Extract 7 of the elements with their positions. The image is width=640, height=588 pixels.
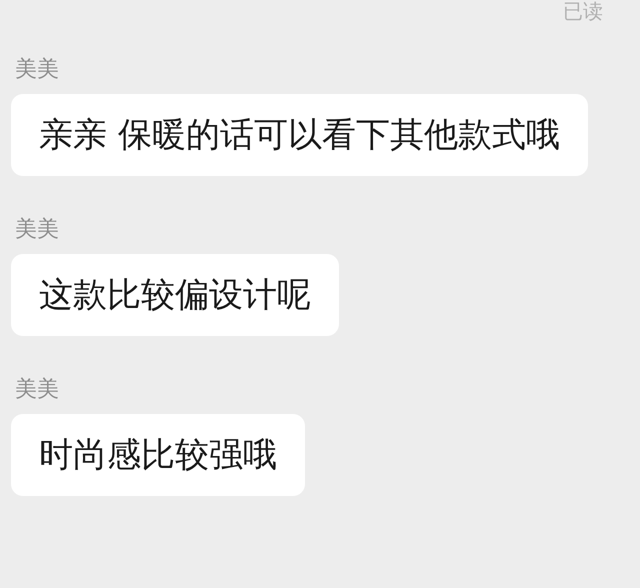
sender-name: 美美 (15, 376, 59, 404)
message-bubble: 时尚感比较强哦 (11, 414, 305, 496)
message-bubble: 这款比较偏设计呢 (11, 254, 339, 336)
sender-name: 美美 (15, 216, 59, 244)
sender-name: 美美 (15, 56, 59, 84)
read-receipt: 已读 (563, 0, 603, 22)
message-bubble: 亲亲 保暖的话可以看下其他款式哦 (11, 94, 588, 176)
